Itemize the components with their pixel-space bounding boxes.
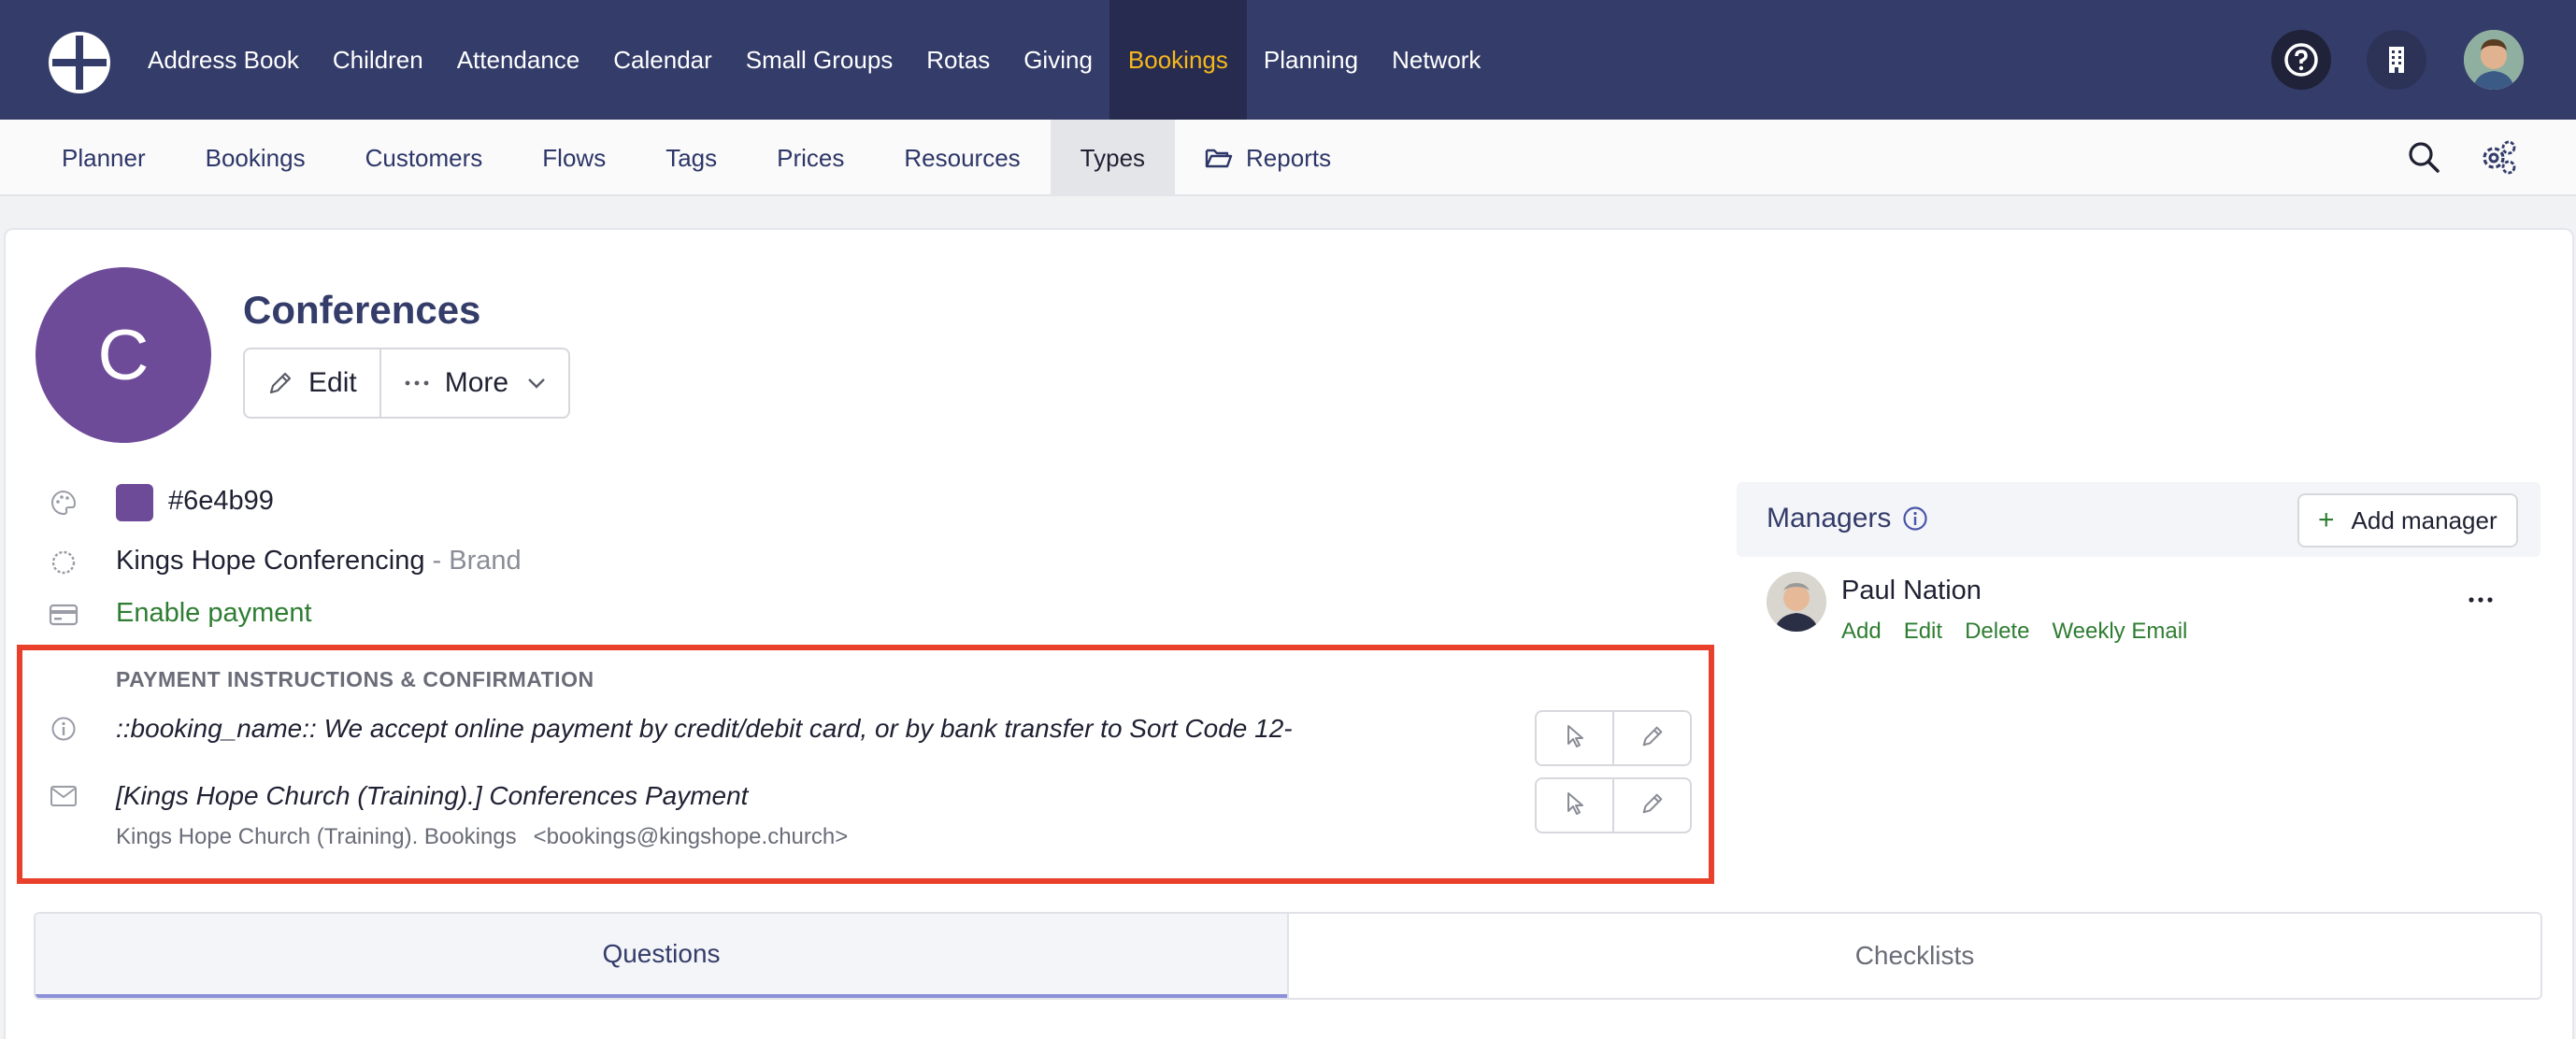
nav-address-book[interactable]: Address Book (131, 0, 316, 120)
email-actions (1535, 777, 1692, 833)
type-avatar: C (36, 267, 211, 443)
brand-name: Kings Hope Conferencing (116, 546, 425, 576)
pointer-icon (1564, 723, 1586, 754)
subnav-planner[interactable]: Planner (32, 120, 176, 196)
info-icon (49, 714, 79, 744)
nav-rotas[interactable]: Rotas (909, 0, 1007, 120)
sender-email: <bookings@kingshope.church> (533, 824, 849, 849)
nav-children[interactable]: Children (316, 0, 440, 120)
manager-more-icon[interactable] (2468, 579, 2494, 611)
manager-avatar (1767, 572, 1826, 632)
user-avatar[interactable] (2464, 30, 2524, 90)
manager-actions: Add Edit Delete Weekly Email (1841, 619, 2187, 645)
nav-planning[interactable]: Planning (1247, 0, 1375, 120)
pointer-icon (1564, 790, 1586, 821)
manager-edit-link[interactable]: Edit (1904, 619, 1942, 645)
confirmation-email-sender: Kings Hope Church (Training). Bookings <b… (116, 824, 848, 850)
pencil-icon (1640, 791, 1665, 820)
manager-weekly-email-link[interactable]: Weekly Email (2052, 619, 2187, 645)
add-manager-label: Add manager (2351, 505, 2497, 534)
pencil-icon (1640, 724, 1665, 753)
email-edit-button[interactable] (1612, 779, 1690, 832)
envelope-icon (49, 781, 79, 811)
ellipsis-icon (404, 379, 430, 387)
instructions-edit-button[interactable] (1612, 712, 1690, 764)
subnav-prices[interactable]: Prices (747, 120, 874, 196)
nav-attendance[interactable]: Attendance (440, 0, 597, 120)
more-button-label: More (444, 367, 509, 398)
chevron-down-icon (527, 377, 546, 389)
page-title: Conferences (243, 288, 481, 332)
payment-instructions-text: ::booking_name:: We accept online paymen… (116, 714, 1293, 743)
nav-calendar[interactable]: Calendar (596, 0, 729, 120)
subnav-flows[interactable]: Flows (512, 120, 636, 196)
instructions-actions (1535, 710, 1692, 766)
nav-giving[interactable]: Giving (1007, 0, 1109, 120)
type-actions: Edit More (243, 348, 571, 419)
manager-add-link[interactable]: Add (1841, 619, 1882, 645)
plus-icon: + (2318, 505, 2335, 535)
subnav-resources[interactable]: Resources (874, 120, 1050, 196)
nav-small-groups[interactable]: Small Groups (729, 0, 910, 120)
folder-open-icon (1205, 147, 1233, 169)
more-button[interactable]: More (379, 349, 568, 417)
palette-icon (49, 488, 79, 518)
subnav-reports[interactable]: Reports (1175, 120, 1361, 196)
subnav-types[interactable]: Types (1050, 120, 1176, 196)
nav-bookings[interactable]: Bookings (1109, 0, 1247, 120)
brand-circle-icon (49, 548, 79, 577)
settings-gears-icon[interactable] (2477, 135, 2520, 178)
subnav-tags[interactable]: Tags (636, 120, 747, 196)
manager-delete-link[interactable]: Delete (1965, 619, 2029, 645)
confirmation-email-subject: [Kings Hope Church (Training).] Conferen… (116, 781, 749, 810)
enable-payment-link[interactable]: Enable payment (116, 598, 312, 629)
subnav-customers[interactable]: Customers (336, 120, 513, 196)
nav-network[interactable]: Network (1375, 0, 1497, 120)
edit-button-label: Edit (308, 367, 357, 398)
credit-card-icon (49, 600, 79, 630)
detail-tabs: Questions Checklists (34, 912, 2542, 1000)
sub-navigation: Planner Bookings Customers Flows Tags Pr… (0, 120, 2576, 196)
managers-label: Managers (1767, 503, 1892, 534)
email-select-button[interactable] (1537, 779, 1612, 832)
sender-name: Kings Hope Church (Training). Bookings (116, 824, 517, 849)
instructions-select-button[interactable] (1537, 712, 1612, 764)
brand-row: Kings Hope Conferencing - Brand (116, 546, 522, 576)
app-logo-icon[interactable] (49, 32, 110, 93)
info-icon[interactable] (1901, 505, 1929, 537)
add-manager-button[interactable]: + Add manager (2297, 493, 2518, 548)
color-swatch (116, 484, 153, 521)
tab-checklists[interactable]: Checklists (1287, 914, 2540, 998)
subnav-bookings[interactable]: Bookings (176, 120, 336, 196)
payment-instructions-heading: PAYMENT INSTRUCTIONS & CONFIRMATION (116, 667, 594, 691)
top-navigation: Address Book Children Attendance Calenda… (0, 0, 2576, 120)
help-icon[interactable] (2271, 30, 2331, 90)
pencil-icon (267, 370, 293, 396)
search-icon[interactable] (2402, 135, 2445, 178)
subnav-reports-label: Reports (1246, 143, 1332, 172)
building-icon[interactable] (2367, 30, 2426, 90)
manager-name: Paul Nation (1841, 576, 1982, 605)
color-hex: #6e4b99 (168, 486, 274, 516)
brand-suffix: - Brand (432, 546, 522, 576)
tab-questions[interactable]: Questions (36, 914, 1287, 998)
edit-button[interactable]: Edit (245, 349, 379, 417)
